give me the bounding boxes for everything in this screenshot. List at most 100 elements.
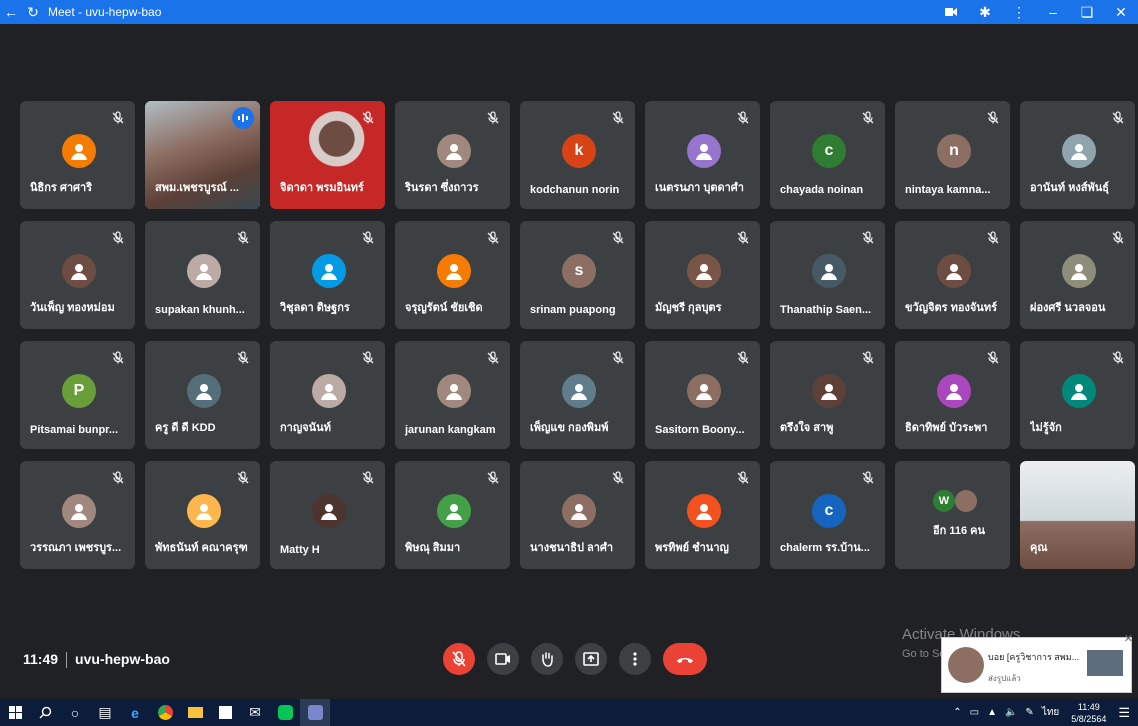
participant-tile[interactable]: ไม่รู้จัก: [1020, 341, 1135, 449]
meet-window: ← ↻ Meet - uvu-hepw-bao ✱ ⋮ – ❏ ✕ นิธิกร…: [0, 0, 1138, 726]
extension-icon[interactable]: ✱: [968, 0, 1002, 24]
mic-off-icon: [485, 470, 501, 486]
participant-tile[interactable]: คุณ: [1020, 461, 1135, 569]
participant-tile[interactable]: รินรดา ซึ่งถาวร: [395, 101, 510, 209]
participant-tile[interactable]: พิษณุ สิมมา: [395, 461, 510, 569]
participant-tile[interactable]: วิชุลดา ดิษฐกร: [270, 221, 385, 329]
avatar: [687, 134, 721, 168]
participant-tile[interactable]: ครู ดี ดี KDD: [145, 341, 260, 449]
pen-icon[interactable]: ✎: [1025, 707, 1033, 718]
participant-tile[interactable]: เพ็ญแข กองพิมพ์: [520, 341, 635, 449]
participant-tile[interactable]: Sasitorn Boony...: [645, 341, 760, 449]
line-app-icon[interactable]: [270, 699, 300, 726]
participant-tile[interactable]: Matty H: [270, 461, 385, 569]
participant-tile[interactable]: ขวัญจิตร ทองจันทร์: [895, 221, 1010, 329]
file-explorer-icon[interactable]: [180, 699, 210, 726]
more-options-button[interactable]: [619, 643, 651, 675]
edge-icon[interactable]: e: [120, 699, 150, 726]
participant-tile[interactable]: พรทิพย์ ชำนาญ: [645, 461, 760, 569]
camera-toggle-button[interactable]: [487, 643, 519, 675]
mic-off-icon: [735, 470, 751, 486]
back-arrow-icon[interactable]: ←: [0, 0, 22, 24]
avatar: s: [562, 254, 596, 288]
participant-tile[interactable]: ผ่องศรี นวลจอน: [1020, 221, 1135, 329]
participant-name: วันเพ็ญ ทองหม่อม: [30, 302, 115, 314]
participant-name: chalerm รร.บ้าน...: [780, 542, 870, 554]
participant-tile[interactable]: s srinam puapong: [520, 221, 635, 329]
notifications-icon[interactable]: ☰: [1118, 705, 1130, 721]
more-vert-icon[interactable]: ⋮: [1002, 0, 1036, 24]
store-icon[interactable]: [210, 699, 240, 726]
mic-off-icon: [235, 230, 251, 246]
restore-icon[interactable]: ❏: [1070, 0, 1104, 24]
participant-tile[interactable]: มัญชรี กุลบุตร: [645, 221, 760, 329]
leave-call-button[interactable]: [663, 643, 707, 675]
mic-off-icon: [360, 110, 376, 126]
windows-start-icon[interactable]: [0, 699, 30, 726]
mic-toggle-button[interactable]: [443, 643, 475, 675]
camera-icon[interactable]: [934, 0, 968, 24]
participant-tile[interactable]: จิดาดา พรมอินทร์: [270, 101, 385, 209]
participant-name: ผ่องศรี นวลจอน: [1030, 302, 1106, 314]
participant-tile[interactable]: jarunan kangkam: [395, 341, 510, 449]
participant-tile[interactable]: สพม.เพชรบูรณ์ ...: [145, 101, 260, 209]
participant-tile[interactable]: จรุญรัตน์ ชัยเชิด: [395, 221, 510, 329]
participant-tile[interactable]: อานันท์ หงส์พันธุ์: [1020, 101, 1135, 209]
close-icon[interactable]: ✕: [1104, 0, 1138, 24]
hand-icon: [542, 652, 553, 667]
participant-tile[interactable]: พัทธนันท์ คณาครุฑ: [145, 461, 260, 569]
participant-tile[interactable]: n nintaya kamna...: [895, 101, 1010, 209]
participant-name: นิธิกร ศาศาริ: [30, 182, 93, 194]
mail-icon[interactable]: ✉: [240, 699, 270, 726]
chevron-up-icon[interactable]: ⌃: [953, 707, 961, 718]
avatar: [687, 374, 721, 408]
participant-tile[interactable]: W อีก 116 คน: [895, 461, 1010, 569]
participant-name: เพ็ญแข กองพิมพ์: [530, 422, 609, 434]
participant-tile[interactable]: k kodchanun norin: [520, 101, 635, 209]
raise-hand-button[interactable]: [531, 643, 563, 675]
participant-tile[interactable]: กาญจนันท์: [270, 341, 385, 449]
task-view-icon[interactable]: ▤: [90, 699, 120, 726]
network-icon[interactable]: ▲: [987, 707, 997, 718]
window-title: Meet - uvu-hepw-bao: [48, 5, 162, 19]
present-screen-button[interactable]: [575, 643, 607, 675]
participant-tile[interactable]: c chalerm รร.บ้าน...: [770, 461, 885, 569]
participant-tile[interactable]: P Pitsamai bunpr...: [20, 341, 135, 449]
participant-tile[interactable]: c chayada noinan: [770, 101, 885, 209]
meeting-time: 11:49: [23, 651, 59, 667]
participant-tile[interactable]: นางชนาธิป ลาศำ: [520, 461, 635, 569]
meet-app-icon[interactable]: [300, 699, 330, 726]
mic-off-icon: [735, 230, 751, 246]
participant-name: สพม.เพชรบูรณ์ ...: [155, 182, 239, 194]
taskbar-clock[interactable]: 11:49 5/8/2564: [1071, 701, 1106, 725]
search-icon[interactable]: [30, 699, 60, 726]
participant-tile[interactable]: วรรณภา เพชรบูร...: [20, 461, 135, 569]
reload-icon[interactable]: ↻: [22, 0, 44, 24]
participant-tile[interactable]: ธิดาทิพย์ บัวระพา: [895, 341, 1010, 449]
system-tray: ⌃ ▭ ▲ 🔈 ✎ ไทย 11:49 5/8/2564 ☰: [949, 699, 1138, 726]
volume-icon[interactable]: 🔈: [1005, 707, 1017, 718]
participant-tile[interactable]: นิธิกร ศาศาริ: [20, 101, 135, 209]
participant-tile[interactable]: supakan khunh...: [145, 221, 260, 329]
chat-notification[interactable]: บอย [ครูวิชาการ สพม... ส่งรูปแล้ว ✕: [941, 633, 1133, 693]
minimize-icon[interactable]: –: [1036, 0, 1070, 24]
avatar: [955, 490, 977, 512]
mic-off-icon: [860, 230, 876, 246]
mic-off-icon: [360, 350, 376, 366]
language-indicator[interactable]: ไทย: [1042, 705, 1059, 720]
participant-name: วรรณภา เพชรบูร...: [30, 542, 122, 554]
participant-name: พัทธนันท์ คณาครุฑ: [155, 542, 248, 554]
mic-off-icon: [735, 110, 751, 126]
avatar: [687, 254, 721, 288]
participant-tile[interactable]: เนตรนภา บุตดาศำ: [645, 101, 760, 209]
cortana-icon[interactable]: ○: [60, 699, 90, 726]
chrome-icon[interactable]: [150, 699, 180, 726]
speaking-indicator-icon: [232, 107, 254, 129]
mic-off-icon: [110, 470, 126, 486]
participant-tile[interactable]: ตรึงใจ สาพู: [770, 341, 885, 449]
close-icon[interactable]: ✕: [1124, 632, 1133, 645]
participant-tile[interactable]: Thanathip Saen...: [770, 221, 885, 329]
avatar: [62, 494, 96, 528]
battery-icon[interactable]: ▭: [970, 707, 979, 718]
participant-tile[interactable]: วันเพ็ญ ทองหม่อม: [20, 221, 135, 329]
